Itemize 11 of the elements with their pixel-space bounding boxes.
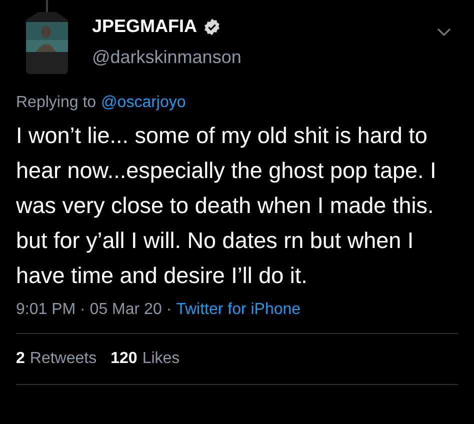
- stat-count: 2: [16, 350, 25, 368]
- tweet-timestamp: 9:01 PM · 05 Mar 20 ·: [16, 301, 173, 319]
- tweet-text: I won’t lie... some of my old shit is hard to hear now...especially the ghost pop tape. I was very close to death when I made this. but for y’all I will. No dates rn but when I have time and desire I’ll do it.: [16, 122, 438, 290]
- stat-count: 120: [110, 350, 138, 368]
- tweet-source-link[interactable]: Twitter for iPhone: [176, 301, 301, 319]
- reply-label: Replying to: [16, 94, 96, 112]
- stat-label[interactable]: Retweets: [30, 350, 97, 368]
- reply-handle-link[interactable]: @oscarjoyo: [101, 94, 186, 112]
- author-handle: @darkskinmanson: [92, 47, 242, 68]
- author-name: JPEGMAFIA: [92, 16, 198, 37]
- stat-label[interactable]: Likes: [142, 350, 180, 368]
